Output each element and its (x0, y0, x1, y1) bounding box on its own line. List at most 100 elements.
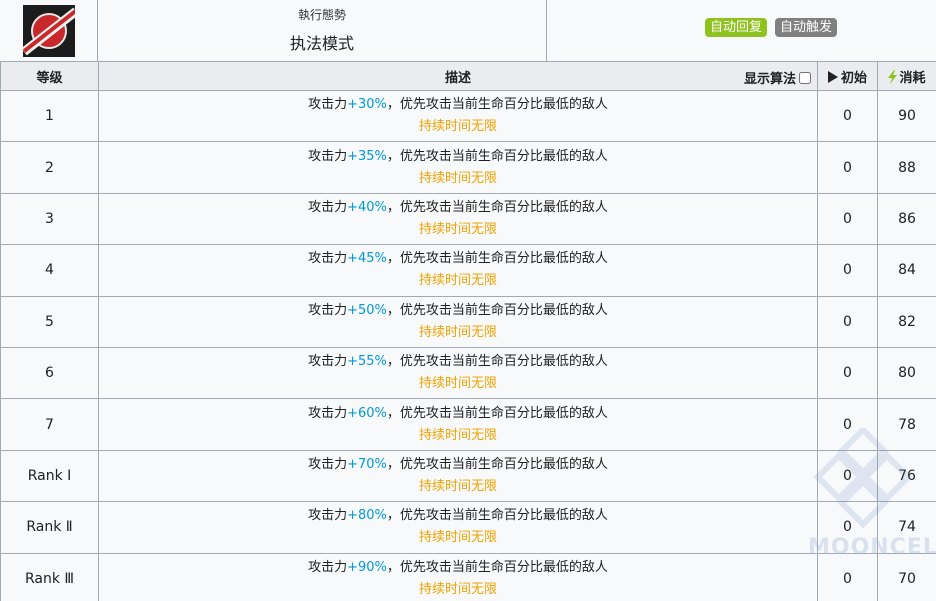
badge-auto-recovery: 自动回复 (705, 18, 768, 37)
header-initial: 初始 (817, 61, 878, 91)
desc-line: 攻击力+70%，优先攻击当前生命百分比最低的敌人 (99, 454, 817, 476)
skill-level-table: 等级 描述 显示算法 初始 消耗 1 攻击力+30%，优先攻击当前生命百分比最低的… (0, 61, 936, 601)
desc-post: ，优先攻击当前生命百分比最低的敌人 (386, 559, 608, 575)
duration-text: 持续时间无限 (418, 324, 497, 340)
desc-post: ，优先攻击当前生命百分比最低的敌人 (386, 148, 608, 164)
desc-line: 攻击力+50%，优先攻击当前生命百分比最低的敌人 (99, 300, 817, 322)
desc-post: ，优先攻击当前生命百分比最低的敌人 (386, 251, 608, 267)
atk-bonus-value: +40% (347, 199, 387, 215)
header-cost: 消耗 (877, 61, 936, 91)
table-header-row: 等级 描述 显示算法 初始 消耗 (0, 61, 936, 91)
table-row: 4 攻击力+45%，优先攻击当前生命百分比最低的敌人 持续时间无限 0 84 (0, 244, 936, 297)
initial-sp-cell: 0 (817, 346, 878, 400)
desc-pre: 攻击力 (308, 302, 348, 318)
table-row: Rank Ⅲ 攻击力+90%，优先攻击当前生命百分比最低的敌人 持续时间无限 0 70 (0, 552, 936, 601)
desc-post: ，优先攻击当前生命百分比最低的敌人 (386, 508, 608, 524)
bolt-icon (888, 69, 898, 84)
duration-text: 持续时间无限 (418, 581, 497, 597)
skill-title-cell: 執行態勢 执法模式 (98, 0, 547, 62)
sp-cost-cell: 90 (877, 89, 936, 143)
duration-text: 持续时间无限 (418, 376, 497, 392)
initial-sp-cell: 0 (817, 192, 878, 246)
table-row: 7 攻击力+60%，优先攻击当前生命百分比最低的敌人 持续时间无限 0 78 (0, 398, 936, 451)
show-formula-toggle[interactable]: 显示算法 (744, 68, 811, 87)
desc-line: 攻击力+40%，优先攻击当前生命百分比最低的敌人 (99, 197, 817, 219)
desc-line: 攻击力+30%，优先攻击当前生命百分比最低的敌人 (99, 94, 817, 116)
level-cell: 1 (0, 89, 99, 143)
atk-bonus-value: +60% (347, 405, 387, 421)
duration-text: 持续时间无限 (418, 119, 497, 135)
desc-cell: 攻击力+40%，优先攻击当前生命百分比最低的敌人 持续时间无限 (98, 192, 818, 246)
sp-cost-cell: 70 (877, 552, 936, 601)
header-desc-label: 描述 (444, 70, 471, 86)
desc-cell: 攻击力+80%，优先攻击当前生命百分比最低的敌人 持续时间无限 (98, 501, 818, 554)
header-initial-label: 初始 (840, 70, 867, 86)
desc-line: 攻击力+80%，优先攻击当前生命百分比最低的敌人 (99, 505, 817, 527)
atk-bonus-value: +30% (347, 97, 387, 113)
duration-text: 持续时间无限 (418, 273, 497, 289)
level-cell: 7 (0, 398, 99, 451)
level-cell: 3 (0, 192, 99, 246)
desc-post: ，优先攻击当前生命百分比最低的敌人 (386, 354, 608, 370)
atk-bonus-value: +50% (347, 302, 387, 318)
sp-cost-cell: 86 (877, 192, 936, 246)
desc-pre: 攻击力 (308, 559, 348, 575)
desc-cell: 攻击力+60%，优先攻击当前生命百分比最低的敌人持续时间无限 (98, 398, 818, 451)
table-row: 2 攻击力+35%，优先攻击当前生命百分比最低的敌人 持续时间无限 0 88 (0, 141, 936, 194)
duration-text: 持续时间无限 (418, 427, 497, 443)
initial-sp-cell: 0 (817, 89, 878, 143)
table-row: Rank Ⅱ 攻击力+80%，优先攻击当前生命百分比最低的敌人 持续时间无限 0 74 (0, 501, 936, 554)
desc-post: ，优先攻击当前生命百分比最低的敌人 (386, 199, 608, 215)
sp-cost-cell: 76 (877, 449, 936, 503)
sp-cost-cell: 82 (877, 295, 936, 348)
watermark-text: MOONCELL (808, 535, 936, 560)
skill-header: 執行態勢 执法模式 自动回复 自动触发 (0, 0, 936, 62)
desc-post: ，优先攻击当前生命百分比最低的敌人 (386, 302, 608, 318)
desc-line: 攻击力+90%，优先攻击当前生命百分比最低的敌人 (99, 557, 817, 579)
skill-title: 执法模式 (289, 34, 354, 53)
level-cell: 2 (0, 141, 99, 194)
show-formula-checkbox[interactable] (799, 71, 811, 84)
atk-bonus-value: +55% (347, 354, 387, 370)
initial-sp-cell: 0 (817, 552, 878, 601)
table-row: 3 攻击力+40%，优先攻击当前生命百分比最低的敌人 持续时间无限 0 86 (0, 192, 936, 246)
desc-pre: 攻击力 (308, 97, 348, 113)
desc-pre: 攻击力 (308, 354, 348, 370)
table-row: Rank Ⅰ 攻击力+70%，优先攻击当前生命百分比最低的敌人 持续时间无限 0 76 (0, 449, 936, 503)
desc-cell: 攻击力+70%，优先攻击当前生命百分比最低的敌人持续时间无限 (98, 449, 818, 503)
desc-pre: 攻击力 (308, 251, 348, 267)
skill-icon-cell (0, 0, 98, 62)
initial-sp-cell: 0 (817, 295, 878, 348)
table-row: 1 攻击力+30%，优先攻击当前生命百分比最低的敌人 持续时间无限 0 90 (0, 89, 936, 143)
level-cell: 6 (0, 346, 99, 400)
badge-auto-trigger: 自动触发 (775, 18, 838, 37)
sp-cost-cell: 88 (877, 141, 936, 194)
level-cell: Rank Ⅰ (0, 449, 99, 503)
initial-sp-cell: 0 (817, 449, 878, 503)
atk-bonus-value: +35% (347, 148, 387, 164)
skill-icon (22, 5, 75, 57)
desc-pre: 攻击力 (308, 148, 348, 164)
level-cell: Rank Ⅲ (0, 552, 99, 601)
desc-cell: 攻击力+50%，优先攻击当前生命百分比最低的敌人持续时间无限 (98, 295, 818, 348)
header-desc: 描述 显示算法 (98, 61, 818, 91)
desc-cell: 攻击力+30%，优先攻击当前生命百分比最低的敌人持续时间无限 (98, 89, 818, 143)
duration-text: 持续时间无限 (418, 170, 497, 186)
desc-cell: 攻击力+90%，优先攻击当前生命百分比最低的敌人持续时间无限 (98, 552, 818, 601)
play-icon (827, 70, 838, 83)
desc-post: ，优先攻击当前生命百分比最低的敌人 (386, 405, 608, 421)
desc-post: ，优先攻击当前生命百分比最低的敌人 (386, 456, 608, 472)
table-row: 5 攻击力+50%，优先攻击当前生命百分比最低的敌人 持续时间无限 0 82 (0, 295, 936, 348)
atk-bonus-value: +70% (347, 456, 387, 472)
desc-pre: 攻击力 (308, 405, 348, 421)
show-formula-label: 显示算法 (743, 72, 796, 87)
level-cell: 5 (0, 295, 99, 348)
header-level: 等级 (0, 61, 99, 91)
atk-bonus-value: +45% (347, 251, 387, 267)
sp-cost-cell: 84 (877, 244, 936, 297)
desc-cell: 攻击力+45%，优先攻击当前生命百分比最低的敌人持续时间无限 (98, 244, 818, 297)
sp-cost-cell: 80 (877, 346, 936, 400)
sp-cost-cell: 78 (877, 398, 936, 451)
duration-text: 持续时间无限 (418, 478, 497, 494)
level-cell: 4 (0, 244, 99, 297)
